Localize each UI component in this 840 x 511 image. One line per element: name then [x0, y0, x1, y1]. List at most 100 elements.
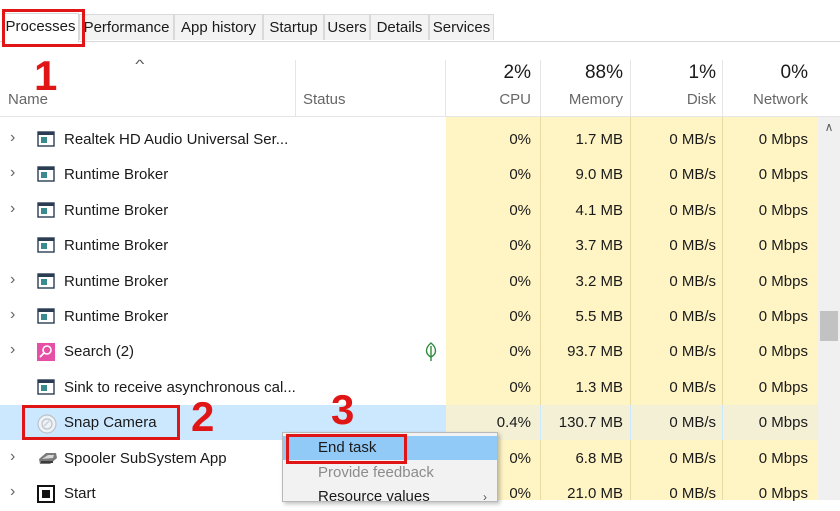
submenu-arrow-icon: › — [483, 490, 487, 502]
memory-value: 3.2 MB — [575, 272, 623, 290]
network-total-percent: 0% — [780, 62, 808, 83]
process-name: Snap Camera — [64, 414, 157, 432]
annotation-step-3: 3 — [331, 386, 355, 433]
process-name: Runtime Broker — [64, 166, 169, 184]
memory-value: 21.0 MB — [567, 485, 623, 502]
tab-startup[interactable]: Startup — [263, 14, 324, 40]
expand-chevron-icon[interactable]: › — [10, 130, 22, 146]
tab-performance[interactable]: Performance — [79, 14, 174, 40]
sort-ascending-icon: ^ — [135, 57, 145, 71]
start-app-icon — [37, 485, 55, 503]
status-column-header[interactable]: Status — [303, 91, 346, 108]
disk-value: 0 MB/s — [669, 343, 716, 361]
network-value: 0 Mbps — [758, 449, 808, 467]
disk-value: 0 MB/s — [669, 166, 716, 184]
memory-value: 5.5 MB — [575, 308, 623, 325]
network-value: 0 Mbps — [758, 414, 808, 432]
expand-chevron-icon[interactable]: › — [10, 165, 22, 181]
vertical-scrollbar[interactable] — [818, 117, 840, 500]
network-value: 0 Mbps — [758, 237, 808, 255]
cpu-value: 0% — [509, 131, 531, 148]
cpu-value: 0% — [509, 343, 531, 361]
tab-users[interactable]: Users — [324, 14, 370, 40]
context-menu: End task Provide feedback Resource value… — [282, 432, 498, 502]
expand-chevron-icon[interactable]: › — [10, 271, 22, 287]
memory-value: 4.1 MB — [575, 201, 623, 219]
cpu-total-percent: 2% — [503, 62, 531, 83]
table-row[interactable]: Sink to receive asynchronous cal... 0% 1.3… — [0, 370, 818, 405]
network-value: 0 Mbps — [758, 131, 808, 148]
table-row[interactable]: › Realtek HD Audio Universal Ser... 0% 1.7 … — [0, 122, 818, 157]
tab-services[interactable]: Services — [429, 14, 494, 40]
disk-value: 0 MB/s — [669, 414, 716, 432]
cpu-column-header[interactable]: CPU — [445, 91, 531, 108]
cpu-value: 0% — [509, 201, 531, 219]
app-window-icon — [37, 237, 55, 253]
network-value: 0 Mbps — [758, 166, 808, 184]
expand-chevron-icon[interactable]: › — [10, 484, 22, 500]
column-divider — [295, 60, 296, 117]
cpu-value: 0% — [509, 166, 531, 184]
process-name: Runtime Broker — [64, 308, 169, 325]
memory-value: 1.3 MB — [575, 378, 623, 396]
table-row[interactable]: › Runtime Broker 0% 5.5 MB 0 MB/s 0 Mbps — [0, 299, 818, 334]
process-name: Runtime Broker — [64, 272, 169, 290]
tab-details[interactable]: Details — [370, 14, 429, 40]
search-app-icon — [37, 343, 55, 362]
expand-chevron-icon[interactable]: › — [10, 342, 22, 358]
resource-values-menu-item[interactable]: Resource values › — [283, 485, 497, 502]
cpu-value: 0% — [509, 237, 531, 255]
network-column-header[interactable]: Network — [722, 91, 808, 108]
expand-chevron-icon[interactable]: › — [10, 307, 22, 323]
table-row[interactable]: › Runtime Broker 0% 9.0 MB 0 MB/s 0 Mbps — [0, 157, 818, 192]
disk-value: 0 MB/s — [669, 237, 716, 255]
disk-value: 0 MB/s — [669, 378, 716, 396]
end-task-menu-item[interactable]: End task — [283, 436, 497, 460]
app-window-icon — [37, 202, 55, 218]
process-name: Start — [64, 485, 96, 502]
disk-value: 0 MB/s — [669, 449, 716, 467]
expand-chevron-icon[interactable]: › — [10, 448, 22, 464]
scroll-up-arrow-icon[interactable]: ∧ — [818, 117, 840, 137]
cpu-value: 0% — [509, 308, 531, 325]
memory-value: 9.0 MB — [575, 166, 623, 184]
tab-processes[interactable]: Processes — [2, 13, 79, 42]
cpu-value: 0% — [509, 378, 531, 396]
table-row[interactable]: Runtime Broker 0% 3.7 MB 0 MB/s 0 Mbps — [0, 228, 818, 263]
printer-icon — [37, 450, 57, 466]
disk-value: 0 MB/s — [669, 272, 716, 290]
table-row[interactable]: › Runtime Broker 0% 4.1 MB 0 MB/s 0 Mbps — [0, 193, 818, 228]
disk-value: 0 MB/s — [669, 308, 716, 325]
app-window-icon — [37, 272, 55, 289]
table-row[interactable]: › Runtime Broker 0% 3.2 MB 0 MB/s 0 Mbps — [0, 264, 818, 299]
tab-strip: Processes Performance App history Startu… — [0, 10, 840, 42]
memory-column-header[interactable]: Memory — [540, 91, 623, 108]
disk-value: 0 MB/s — [669, 131, 716, 148]
network-value: 0 Mbps — [758, 272, 808, 290]
process-name: Realtek HD Audio Universal Ser... — [64, 131, 289, 148]
process-name: Sink to receive asynchronous cal... — [64, 378, 296, 396]
process-name: Runtime Broker — [64, 201, 169, 219]
network-value: 0 Mbps — [758, 201, 808, 219]
annotation-step-2: 2 — [191, 393, 215, 440]
disk-column-header[interactable]: Disk — [630, 91, 716, 108]
disk-value: 0 MB/s — [669, 201, 716, 219]
memory-value: 1.7 MB — [575, 131, 623, 148]
tab-app-history[interactable]: App history — [174, 14, 263, 40]
menubar-remnant — [0, 0, 840, 10]
provide-feedback-menu-item: Provide feedback — [318, 464, 434, 481]
process-name: Spooler SubSystem App — [64, 449, 227, 467]
expand-chevron-icon[interactable]: › — [10, 200, 22, 216]
network-value: 0 Mbps — [758, 378, 808, 396]
network-value: 0 Mbps — [758, 343, 808, 361]
memory-value: 6.8 MB — [575, 449, 623, 467]
disk-total-percent: 1% — [688, 62, 716, 83]
scrollbar-thumb[interactable] — [820, 311, 838, 341]
table-row[interactable]: › Search (2) 0% 93.7 MB 0 MB/s 0 Mbps — [0, 334, 818, 369]
network-value: 0 Mbps — [758, 485, 808, 502]
app-window-icon — [37, 308, 55, 324]
cpu-value: 0% — [509, 272, 531, 290]
leaf-icon — [424, 342, 438, 362]
disk-value: 0 MB/s — [669, 485, 716, 502]
memory-value: 3.7 MB — [575, 237, 623, 255]
